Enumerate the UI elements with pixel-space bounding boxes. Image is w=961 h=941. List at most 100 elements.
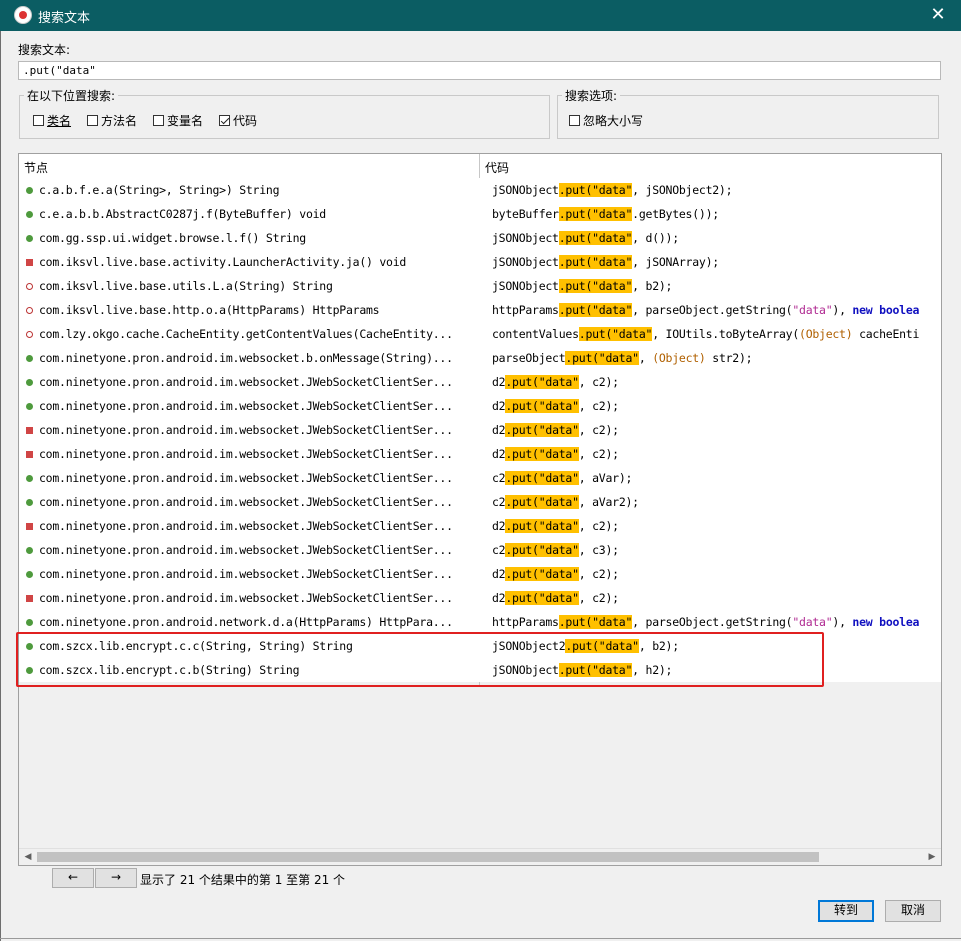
scrollbar-thumb[interactable]	[37, 852, 819, 862]
checkbox-box	[153, 114, 164, 126]
code-token: jSONObject	[492, 255, 559, 269]
match-highlight: .put("data"	[505, 519, 579, 533]
table-row[interactable]: com.ninetyone.pron.android.im.websocket.…	[19, 586, 941, 610]
table-row[interactable]: com.ninetyone.pron.android.network.d.a(H…	[19, 610, 941, 634]
public-method-icon	[26, 187, 33, 194]
code-token: , c2);	[578, 567, 619, 581]
scroll-left-icon[interactable]: ◀	[21, 851, 35, 863]
public-method-icon	[26, 211, 33, 218]
method-name-checkbox[interactable]: 方法名	[87, 112, 137, 128]
node-text: com.ninetyone.pron.android.im.websocket.…	[39, 375, 453, 389]
code-cell: jSONObject.put("data", jSONObject2);	[492, 183, 941, 201]
match-highlight: .put("data"	[505, 543, 579, 557]
code-token: new	[852, 615, 873, 629]
match-highlight: .put("data"	[505, 567, 579, 581]
checkbox-box	[87, 114, 98, 126]
public-method-icon	[26, 547, 33, 554]
code-token: byteBuffer	[492, 207, 559, 221]
code-checkbox[interactable]: 代码	[219, 112, 257, 128]
column-header-code[interactable]: 代码	[485, 159, 509, 176]
code-token: jSONObject	[492, 231, 559, 245]
next-page-button[interactable]: →	[95, 868, 137, 888]
table-row[interactable]: c.a.b.f.e.a(String>, String>) String jSON…	[19, 178, 941, 202]
code-token: , d());	[632, 231, 679, 245]
code-token: , parseObject.getString(	[632, 303, 793, 317]
node-cell: com.ninetyone.pron.android.im.websocket.…	[23, 514, 475, 538]
node-text: com.lzy.okgo.cache.CacheEntity.getConten…	[39, 327, 453, 341]
node-text: c.a.b.f.e.a(String>, String>) String	[39, 183, 280, 197]
window-border-left	[0, 31, 1, 941]
prev-page-button[interactable]: ←	[52, 868, 94, 888]
public-method-icon	[26, 379, 33, 386]
checkbox-box	[569, 114, 580, 126]
match-highlight: .put("data"	[558, 207, 633, 221]
public-method-icon	[26, 571, 33, 578]
variable-name-label: 变量名	[167, 113, 204, 128]
node-cell: com.ninetyone.pron.android.im.websocket.…	[23, 346, 475, 370]
code-token: , jSONArray);	[632, 255, 719, 269]
table-row[interactable]: com.ninetyone.pron.android.im.websocket.…	[19, 466, 941, 490]
code-token: , c3);	[578, 543, 619, 557]
table-row[interactable]: c.e.a.b.b.AbstractC0287j.f(ByteBuffer) v…	[19, 202, 941, 226]
match-highlight: .put("data"	[558, 231, 633, 245]
match-highlight: .put("data"	[578, 327, 653, 341]
table-row[interactable]: com.ninetyone.pron.android.im.websocket.…	[19, 442, 941, 466]
variable-name-checkbox[interactable]: 变量名	[153, 112, 203, 128]
node-cell: com.ninetyone.pron.android.im.websocket.…	[23, 466, 475, 490]
cancel-button[interactable]: 取消	[885, 900, 941, 922]
table-row[interactable]: com.ninetyone.pron.android.im.websocket.…	[19, 394, 941, 418]
node-text: com.ninetyone.pron.android.im.websocket.…	[39, 399, 453, 413]
table-row[interactable]: com.iksvl.live.base.activity.LauncherAct…	[19, 250, 941, 274]
node-text: com.iksvl.live.base.activity.LauncherAct…	[39, 255, 407, 269]
search-label: 搜索文本:	[18, 43, 71, 57]
search-options-legend: 搜索选项:	[565, 89, 618, 103]
code-token: .getBytes());	[632, 207, 719, 221]
code-cell: d2.put("data", c2);	[492, 567, 941, 585]
table-row[interactable]: com.ninetyone.pron.android.im.websocket.…	[19, 538, 941, 562]
table-row[interactable]: com.ninetyone.pron.android.im.websocket.…	[19, 490, 941, 514]
code-token: c2	[492, 543, 506, 557]
synthetic-method-icon	[26, 331, 33, 338]
table-row[interactable]: com.ninetyone.pron.android.im.websocket.…	[19, 562, 941, 586]
code-cell: c2.put("data", aVar);	[492, 471, 941, 489]
public-method-icon	[26, 499, 33, 506]
code-token: cacheEnti	[852, 327, 920, 341]
horizontal-scrollbar[interactable]: ◀ ▶	[19, 848, 941, 865]
node-cell: c.a.b.f.e.a(String>, String>) String	[23, 178, 475, 202]
table-row[interactable]: com.iksvl.live.base.utils.L.a(String) St…	[19, 274, 941, 298]
node-cell: com.ninetyone.pron.android.im.websocket.…	[23, 442, 475, 466]
table-row[interactable]: com.ninetyone.pron.android.im.websocket.…	[19, 418, 941, 442]
ignore-case-checkbox[interactable]: 忽略大小写	[569, 112, 643, 128]
node-cell: com.ninetyone.pron.android.im.websocket.…	[23, 418, 475, 442]
table-row[interactable]: com.gg.ssp.ui.widget.browse.l.f() String…	[19, 226, 941, 250]
match-highlight: .put("data"	[558, 183, 633, 197]
code-token: , b2);	[632, 279, 673, 293]
table-row[interactable]: com.lzy.okgo.cache.CacheEntity.getConten…	[19, 322, 941, 346]
column-header-node[interactable]: 节点	[24, 159, 48, 176]
table-row[interactable]: com.iksvl.live.base.http.o.a(HttpParams)…	[19, 298, 941, 322]
code-token: parseObject	[492, 351, 566, 365]
code-cell: d2.put("data", c2);	[492, 591, 941, 609]
search-input[interactable]: .put("data"	[18, 61, 941, 80]
code-token: boolea	[879, 303, 920, 317]
table-row[interactable]: com.ninetyone.pron.android.im.websocket.…	[19, 514, 941, 538]
code-token: httpParams	[492, 303, 559, 317]
node-cell: com.ninetyone.pron.android.im.websocket.…	[23, 562, 475, 586]
close-icon[interactable]: ✕	[915, 0, 961, 31]
node-text: com.iksvl.live.base.http.o.a(HttpParams)…	[39, 303, 380, 317]
table-row[interactable]: com.ninetyone.pron.android.im.websocket.…	[19, 346, 941, 370]
private-method-icon	[26, 523, 33, 530]
table-row[interactable]: com.ninetyone.pron.android.im.websocket.…	[19, 370, 941, 394]
code-token: d2	[492, 591, 506, 605]
window-title: 搜索文本	[38, 11, 91, 26]
code-token: d2	[492, 519, 506, 533]
goto-button[interactable]: 转到	[818, 900, 874, 922]
node-text: com.iksvl.live.base.utils.L.a(String) St…	[39, 279, 333, 293]
code-token: str2);	[705, 351, 753, 365]
code-label: 代码	[233, 113, 258, 128]
results-rows: c.a.b.f.e.a(String>, String>) String jSON…	[19, 178, 941, 682]
class-name-checkbox[interactable]: 类名	[33, 112, 71, 128]
ignore-case-label: 忽略大小写	[583, 113, 644, 128]
node-cell: com.gg.ssp.ui.widget.browse.l.f() String	[23, 226, 475, 250]
scroll-right-icon[interactable]: ▶	[925, 851, 939, 863]
